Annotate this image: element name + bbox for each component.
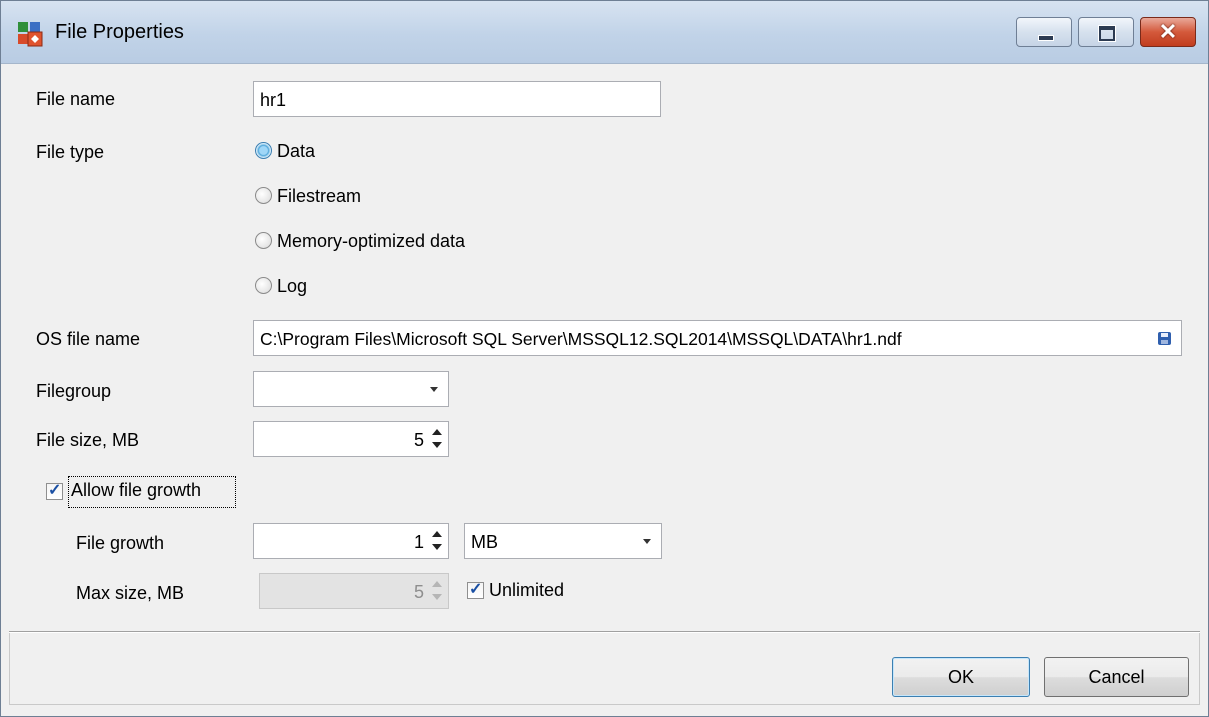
file-growth-spinner[interactable]: 1 <box>253 523 449 559</box>
os-file-name-value: C:\Program Files\Microsoft SQL Server\MS… <box>260 329 902 349</box>
app-icon <box>18 22 43 47</box>
file-growth-label: File growth <box>76 533 165 553</box>
max-size-value: 5 <box>413 582 424 602</box>
close-icon: ✕ <box>1158 19 1178 44</box>
save-icon[interactable] <box>1158 332 1171 345</box>
radio-log-label[interactable]: Log <box>277 276 307 297</box>
radio-filestream-label[interactable]: Filestream <box>277 186 361 207</box>
os-file-name-input[interactable]: C:\Program Files\Microsoft SQL Server\MS… <box>253 320 1182 356</box>
unlimited-label[interactable]: Unlimited <box>489 580 564 601</box>
growth-unit-value: MB <box>471 532 498 552</box>
radio-filestream[interactable] <box>255 187 272 204</box>
growth-unit-select[interactable]: MB <box>464 523 662 559</box>
radio-data[interactable] <box>255 142 272 159</box>
cancel-button[interactable]: Cancel <box>1044 657 1189 697</box>
chevron-down-icon <box>430 387 438 392</box>
spin-down-icon <box>432 594 442 600</box>
file-growth-value: 1 <box>413 532 424 552</box>
unlimited-checkbox[interactable] <box>467 579 484 599</box>
spin-up-icon <box>432 581 442 587</box>
file-name-label: File name <box>36 89 116 109</box>
filegroup-label: Filegroup <box>36 381 112 401</box>
spin-down-icon[interactable] <box>432 544 442 550</box>
file-size-label: File size, MB <box>36 430 140 450</box>
file-properties-dialog: File Properties ✕ File name hr1 File typ… <box>0 0 1209 717</box>
file-size-spinner[interactable]: 5 <box>253 421 449 457</box>
max-size-label: Max size, MB <box>76 583 185 603</box>
file-name-value: hr1 <box>260 90 287 110</box>
title-bar[interactable]: File Properties ✕ <box>1 1 1208 64</box>
allow-growth-label[interactable]: Allow file growth <box>71 480 201 501</box>
maximize-icon <box>1079 18 1133 46</box>
file-size-value: 5 <box>413 430 424 450</box>
allow-growth-checkbox[interactable] <box>46 480 63 500</box>
spin-arrows[interactable] <box>430 426 444 452</box>
radio-data-label[interactable]: Data <box>277 141 315 162</box>
minimize-icon <box>1017 18 1071 46</box>
file-name-input[interactable]: hr1 <box>253 81 661 117</box>
close-button[interactable]: ✕ <box>1140 17 1196 47</box>
radio-memory-optimized[interactable] <box>255 232 272 249</box>
max-size-spinner: 5 <box>259 573 449 609</box>
window-title: File Properties <box>55 21 184 43</box>
minimize-button[interactable] <box>1016 17 1072 47</box>
radio-log[interactable] <box>255 277 272 294</box>
os-file-name-label: OS file name <box>36 329 141 349</box>
spin-up-icon[interactable] <box>432 429 442 435</box>
spin-arrows[interactable] <box>430 528 444 554</box>
spin-down-icon[interactable] <box>432 442 442 448</box>
chevron-down-icon <box>643 539 651 544</box>
ok-button[interactable]: OK <box>892 657 1030 697</box>
filegroup-select[interactable] <box>253 371 449 407</box>
file-type-label: File type <box>36 142 105 162</box>
radio-memory-optimized-label[interactable]: Memory-optimized data <box>277 231 465 252</box>
maximize-button[interactable] <box>1078 17 1134 47</box>
spin-arrows <box>430 578 444 604</box>
spin-up-icon[interactable] <box>432 531 442 537</box>
